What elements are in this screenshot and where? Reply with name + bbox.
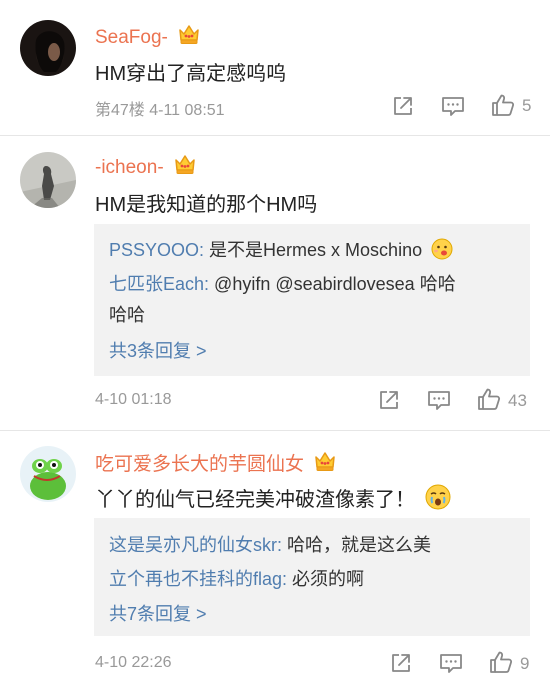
reply-item: 立个再也不挂科的flag: 必须的啊 bbox=[109, 565, 364, 591]
share-icon[interactable] bbox=[390, 93, 416, 119]
comment-text: 丫丫的仙气已经完美冲破渣像素了！ bbox=[95, 483, 451, 512]
crown-icon bbox=[313, 450, 337, 472]
like-icon[interactable] bbox=[488, 649, 514, 675]
reply-item: 七匹张Each: @hyifn @seabirdlovesea 哈哈 bbox=[109, 270, 456, 296]
username[interactable]: -icheon- bbox=[95, 153, 197, 179]
reply-text: 必须的啊 bbox=[292, 569, 365, 589]
like-count: 9 bbox=[520, 654, 530, 673]
like-count: 5 bbox=[522, 96, 532, 115]
reply-user[interactable]: 七匹张Each bbox=[109, 274, 204, 294]
more-replies-link[interactable]: 共3条回复 > bbox=[109, 337, 207, 363]
comment-item: 吃可爱多长大的芋圆仙女 丫丫的仙气已经完美冲破渣像素了！ 这是吴亦凡的仙女skr… bbox=[0, 431, 550, 685]
reply-sep: : bbox=[199, 240, 210, 260]
comment-icon[interactable] bbox=[426, 387, 452, 413]
username-label[interactable]: -icheon- bbox=[95, 157, 164, 178]
reply-box: PSSYOOO: 是不是Hermes x Moschino 七匹张Each: @… bbox=[94, 224, 530, 376]
share-icon[interactable] bbox=[376, 387, 402, 413]
comment-text-body: 丫丫的仙气已经完美冲破渣像素了！ bbox=[95, 489, 415, 511]
reply-sep: : bbox=[282, 569, 293, 589]
comment-icon[interactable] bbox=[438, 650, 464, 676]
crown-icon bbox=[173, 153, 197, 175]
reply-item: PSSYOOO: 是不是Hermes x Moschino bbox=[109, 236, 453, 262]
like-icon[interactable] bbox=[476, 386, 502, 412]
share-icon[interactable] bbox=[388, 650, 414, 676]
comment-item: -icheon- HM是我知道的那个HM吗 PSSYOOO: 是不是Hermes… bbox=[0, 136, 550, 430]
like-icon[interactable] bbox=[490, 92, 516, 118]
reply-sep: : bbox=[204, 274, 215, 294]
reply-item: 这是吴亦凡的仙女skr: 哈哈，就是这么美 bbox=[109, 531, 431, 557]
reply-user[interactable]: 立个再也不挂科的flag bbox=[109, 569, 282, 589]
comment-text: HM是我知道的那个HM吗 bbox=[95, 194, 318, 216]
username[interactable]: SeaFog- bbox=[95, 23, 201, 49]
reply-user[interactable]: PSSYOOO bbox=[109, 240, 199, 260]
reply-text-continued: 哈哈 bbox=[109, 305, 145, 325]
reply-box: 这是吴亦凡的仙女skr: 哈哈，就是这么美 立个再也不挂科的flag: 必须的啊… bbox=[94, 518, 530, 636]
reply-text: 是不是Hermes x Moschino bbox=[209, 240, 423, 260]
smiley-emoji bbox=[431, 238, 453, 260]
username-label[interactable]: 吃可爱多长大的芋圆仙女 bbox=[95, 454, 304, 475]
avatar[interactable] bbox=[20, 446, 76, 502]
reply-user[interactable]: 这是吴亦凡的仙女skr bbox=[109, 535, 277, 555]
like-count: 43 bbox=[508, 391, 527, 410]
reply-sep: : bbox=[277, 535, 288, 555]
reply-text: @hyifn @seabirdlovesea 哈哈 bbox=[214, 274, 456, 294]
reply-text: 哈哈，就是这么美 bbox=[287, 535, 432, 555]
more-replies-link[interactable]: 共7条回复 > bbox=[109, 600, 207, 626]
username[interactable]: 吃可爱多长大的芋圆仙女 bbox=[95, 449, 337, 476]
comment-meta: 第47楼 4-11 08:51 bbox=[95, 102, 225, 119]
comment-text: HM穿出了高定感呜呜 bbox=[95, 63, 287, 85]
avatar[interactable] bbox=[20, 152, 76, 208]
comment-item: SeaFog- HM穿出了高定感呜呜 第47楼 4-11 08:51 5 bbox=[0, 0, 550, 135]
comment-meta: 4-10 01:18 bbox=[95, 391, 172, 408]
avatar[interactable] bbox=[20, 20, 76, 76]
crown-icon bbox=[177, 23, 201, 45]
comment-icon[interactable] bbox=[440, 93, 466, 119]
username-label[interactable]: SeaFog- bbox=[95, 27, 168, 48]
comment-meta: 4-10 22:26 bbox=[95, 654, 172, 671]
tearful-emoji bbox=[425, 484, 451, 510]
